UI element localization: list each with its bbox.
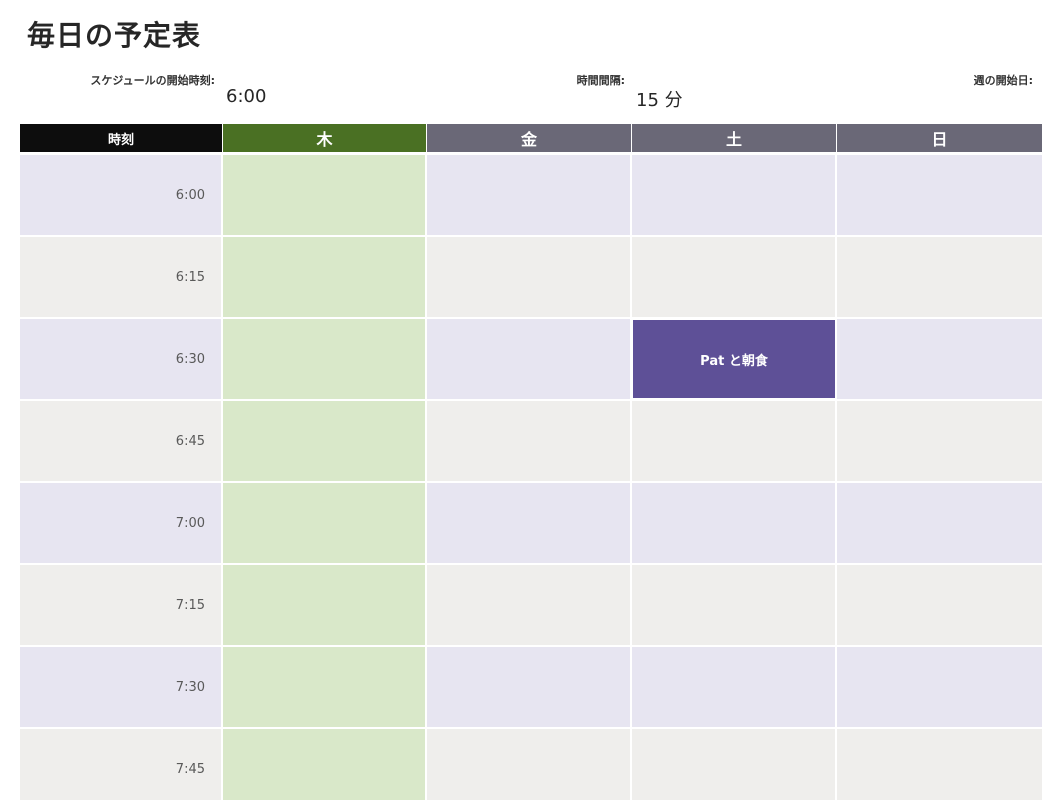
- slot-cell-sun[interactable]: [837, 155, 1042, 235]
- slot-cell-sun[interactable]: [837, 237, 1042, 317]
- event-block[interactable]: Pat と朝食: [632, 319, 836, 399]
- slot-cell-thu[interactable]: [223, 647, 427, 727]
- table-row: 6:00: [20, 155, 1042, 235]
- slot-cell-fri[interactable]: [427, 647, 632, 727]
- time-cell: 6:00: [20, 155, 223, 235]
- table-row: 7:15: [20, 565, 1042, 645]
- time-cell: 7:00: [20, 483, 223, 563]
- slot-cell-thu[interactable]: [223, 565, 427, 645]
- slot-cell-thu[interactable]: [223, 155, 427, 235]
- slot-cell-sun[interactable]: [837, 647, 1042, 727]
- header-day-fri[interactable]: 金: [427, 124, 632, 152]
- time-cell: 6:15: [20, 237, 223, 317]
- table-row: 6:45: [20, 401, 1042, 481]
- time-cell: 7:15: [20, 565, 223, 645]
- schedule-header-row: 時刻 木 金 土 日: [20, 124, 1042, 152]
- slot-cell-sat[interactable]: [632, 483, 837, 563]
- table-row: 6:15: [20, 237, 1042, 317]
- slot-cell-sun[interactable]: [837, 565, 1042, 645]
- slot-cell-sun[interactable]: [837, 483, 1042, 563]
- schedule-grid: 時刻 木 金 土 日 6:00 6:15 6:30 Pat と朝食 6:45 7…: [20, 124, 1042, 800]
- slot-cell-thu[interactable]: [223, 237, 427, 317]
- header-day-sun[interactable]: 日: [837, 124, 1042, 152]
- slot-cell-sun[interactable]: [837, 729, 1042, 800]
- slot-cell-fri[interactable]: [427, 483, 632, 563]
- slot-cell-sat[interactable]: [632, 237, 837, 317]
- slot-cell-thu[interactable]: [223, 401, 427, 481]
- header-time: 時刻: [20, 124, 223, 152]
- header-day-sat[interactable]: 土: [632, 124, 837, 152]
- slot-cell-sun[interactable]: [837, 319, 1042, 399]
- slot-cell-thu[interactable]: [223, 483, 427, 563]
- week-start-label: 週の開始日:: [973, 74, 1033, 87]
- slot-cell-fri[interactable]: [427, 155, 632, 235]
- interval-label: 時間間隔:: [576, 74, 625, 87]
- header-day-thu[interactable]: 木: [223, 124, 427, 152]
- table-row: 7:00: [20, 483, 1042, 563]
- slot-cell-fri[interactable]: [427, 729, 632, 800]
- slot-cell-thu[interactable]: [223, 729, 427, 800]
- slot-cell-sat[interactable]: [632, 401, 837, 481]
- daily-schedule-page: 毎日の予定表 スケジュールの開始時刻: 6:00 時間間隔: 15 分 週の開始…: [0, 0, 1042, 800]
- slot-cell-fri[interactable]: [427, 401, 632, 481]
- time-cell: 7:45: [20, 729, 223, 800]
- slot-cell-sat[interactable]: [632, 565, 837, 645]
- slot-cell-sat[interactable]: [632, 729, 837, 800]
- table-row: 7:45: [20, 729, 1042, 800]
- slot-cell-sat[interactable]: [632, 155, 837, 235]
- slot-cell-sat[interactable]: [632, 647, 837, 727]
- slot-cell-fri[interactable]: [427, 319, 632, 399]
- start-time-label: スケジュールの開始時刻:: [90, 74, 215, 87]
- slot-cell-thu[interactable]: [223, 319, 427, 399]
- slot-cell-sun[interactable]: [837, 401, 1042, 481]
- page-title: 毎日の予定表: [27, 19, 202, 52]
- table-row: 7:30: [20, 647, 1042, 727]
- time-cell: 6:30: [20, 319, 223, 399]
- time-cell: 6:45: [20, 401, 223, 481]
- time-cell: 7:30: [20, 647, 223, 727]
- slot-cell-fri[interactable]: [427, 237, 632, 317]
- interval-value[interactable]: 15 分: [636, 86, 683, 112]
- table-row: 6:30 Pat と朝食: [20, 319, 1042, 399]
- slot-cell-fri[interactable]: [427, 565, 632, 645]
- start-time-value[interactable]: 6:00: [226, 86, 266, 107]
